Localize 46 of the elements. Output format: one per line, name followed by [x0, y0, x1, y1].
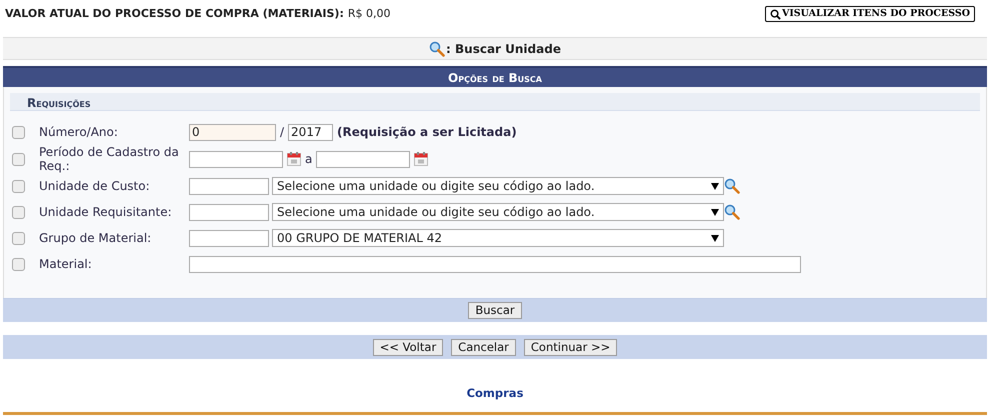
input-field[interactable] [189, 150, 283, 168]
select-field[interactable]: Selecione uma unidade ou digite seu código ao lado. [272, 203, 724, 221]
input-field[interactable] [189, 230, 269, 246]
continue-button[interactable]: Continuar >> [524, 338, 618, 356]
input-field[interactable] [189, 204, 269, 220]
search-icon [770, 8, 781, 20]
view-items-button[interactable]: VISUALIZAR ITENS DO PROCESSO [764, 6, 975, 22]
field-label: Unidade Requisitante: [39, 205, 173, 219]
search-icon [429, 40, 446, 56]
calendar-icon[interactable] [414, 152, 428, 166]
process-value-label: VALOR ATUAL DO PROCESSO DE COMPRA (MATERIAIS): [5, 7, 344, 20]
search-button[interactable]: Buscar [468, 302, 522, 319]
form-title: Opções de Busca [3, 66, 987, 87]
checkbox[interactable] [12, 206, 25, 218]
input-field[interactable] [189, 256, 801, 272]
field-label: Período de Cadastro da Req.: [39, 145, 180, 173]
footer-link[interactable]: Compras [466, 385, 524, 412]
cancel-button[interactable]: Cancelar [451, 338, 516, 356]
connector-text: a [305, 151, 312, 168]
legend-text: : Buscar Unidade [446, 40, 561, 58]
field-label: Material: [39, 257, 93, 271]
process-value: R$ 0,00 [348, 7, 390, 20]
field-label: Unidade de Custo: [39, 179, 151, 193]
checkbox[interactable] [12, 152, 25, 166]
input-field[interactable]: 2017 [288, 124, 334, 140]
separator-text: / [280, 124, 284, 141]
select-field[interactable]: Selecione uma unidade ou digite seu código ao lado. [272, 177, 724, 195]
field-label: Número/Ano: [39, 125, 119, 139]
select-field[interactable]: 00 GRUPO DE MATERIAL 42 [272, 229, 724, 247]
input-field[interactable] [316, 150, 410, 168]
checkbox[interactable] [12, 126, 25, 138]
search-icon[interactable] [724, 178, 740, 194]
caret-icon [711, 208, 719, 216]
back-button[interactable]: << Voltar [372, 338, 444, 356]
input-field[interactable]: 0 [189, 124, 276, 140]
caret-icon [711, 234, 719, 242]
checkbox[interactable] [12, 232, 25, 244]
checkbox[interactable] [12, 180, 25, 192]
field-label: Grupo de Material: [39, 231, 152, 245]
input-field[interactable] [189, 178, 269, 194]
section-title: Requisições [10, 93, 980, 111]
search-icon[interactable] [724, 204, 740, 220]
note-text: (Requisição a ser Licitada) [337, 124, 517, 141]
checkbox[interactable] [12, 258, 25, 270]
calendar-icon[interactable] [287, 152, 301, 166]
caret-icon [711, 182, 719, 190]
